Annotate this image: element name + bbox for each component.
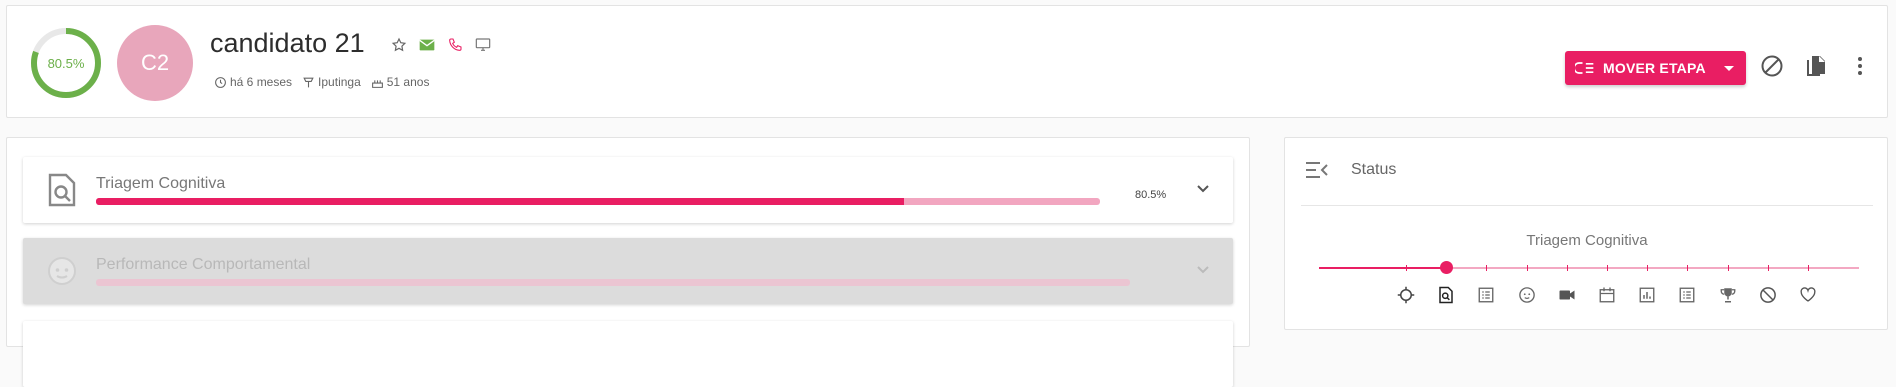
timeline-tick: [1566, 265, 1568, 271]
video-icon[interactable]: [1556, 284, 1578, 306]
collapse-menu-icon[interactable]: [1305, 160, 1329, 180]
score-label: 80.5%: [47, 55, 85, 71]
stages-panel: Triagem Cognitiva 80.5% Performance Comp…: [6, 137, 1250, 387]
status-title: Status: [1351, 161, 1397, 178]
timeline-tick: [1526, 265, 1528, 271]
star-icon[interactable]: [390, 36, 408, 54]
candidate-name: candidato 21: [210, 28, 365, 58]
current-stage-label: Triagem Cognitiva: [1526, 232, 1648, 249]
list-icon[interactable]: [1475, 284, 1497, 306]
avatar: C2: [117, 25, 193, 101]
timeline-tick: [1406, 265, 1407, 271]
status-panel: Status Triagem Cognitiva: [1284, 137, 1888, 330]
heart-icon[interactable]: [1797, 284, 1819, 306]
block-icon[interactable]: [1759, 53, 1785, 79]
header-actions: [1759, 53, 1873, 79]
meta-location-text: Iputinga: [318, 75, 361, 89]
move-stage-label: MOVER ETAPA: [1603, 60, 1706, 76]
desktop-icon[interactable]: [474, 36, 492, 54]
meta-age-text: 51 anos: [386, 75, 430, 89]
email-icon[interactable]: [418, 36, 436, 54]
move-stage-icon: [1575, 60, 1595, 76]
timeline-current-dot: [1440, 261, 1454, 274]
clock-icon: [215, 76, 226, 88]
stage-progress-fill: [96, 198, 905, 205]
timeline-tick: [1687, 265, 1689, 271]
timeline-tick: [1767, 265, 1769, 271]
more-options-icon[interactable]: [1847, 53, 1873, 79]
meta-location: Iputinga: [302, 75, 361, 89]
face-icon[interactable]: [1516, 284, 1538, 306]
stage-card-triagem-cognitiva[interactable]: Triagem Cognitiva 80.5%: [23, 157, 1233, 223]
timeline-progress: [1319, 267, 1447, 269]
candidate-header: 80.5% C2 candidato 21 há 6 meses Iputing…: [6, 5, 1888, 118]
stage-progress-bar: [96, 198, 1100, 205]
meta-time-text: há 6 meses: [230, 75, 293, 89]
block-icon[interactable]: [1757, 284, 1779, 306]
timeline-tick: [1727, 265, 1729, 271]
search-document-icon: [48, 173, 76, 207]
candidate-contact-icons: [390, 36, 492, 54]
stage-card-next[interactable]: [23, 321, 1233, 387]
move-stage-button[interactable]: MOVER ETAPA: [1565, 51, 1746, 85]
face-icon: [48, 257, 76, 285]
calendar-icon[interactable]: [1596, 284, 1618, 306]
stage-title: Performance Comportamental: [96, 256, 311, 273]
trophy-icon[interactable]: [1717, 284, 1739, 306]
target-icon[interactable]: [1395, 284, 1417, 306]
copy-icon[interactable]: [1803, 53, 1829, 79]
timeline-tick: [1808, 265, 1809, 271]
chart-icon[interactable]: [1636, 284, 1658, 306]
chevron-down-icon[interactable]: [1193, 260, 1213, 280]
location-pin-icon: [303, 77, 314, 87]
candidate-meta: há 6 meses Iputinga 51 anos: [214, 75, 429, 89]
chevron-down-icon[interactable]: [1193, 179, 1213, 199]
stage-progress-bar: [96, 279, 1130, 286]
timeline-tick: [1647, 265, 1649, 271]
search-document-icon[interactable]: [1435, 284, 1457, 306]
list-icon[interactable]: [1676, 284, 1698, 306]
stage-timeline: [1319, 261, 1859, 274]
chevron-down-icon: [1724, 65, 1734, 71]
stage-progress-label: 80.5%: [1135, 189, 1167, 201]
phone-icon[interactable]: [446, 36, 464, 54]
cake-icon: [371, 79, 383, 88]
stage-card-performance-comportamental[interactable]: Performance Comportamental: [23, 238, 1233, 304]
timeline-tick: [1607, 265, 1608, 271]
stage-title: Triagem Cognitiva: [96, 175, 226, 192]
meta-time: há 6 meses: [214, 75, 292, 89]
timeline-icons: [1285, 284, 1889, 310]
meta-age: 51 anos: [371, 75, 430, 89]
divider: [1301, 205, 1873, 206]
timeline-tick: [1486, 265, 1488, 271]
